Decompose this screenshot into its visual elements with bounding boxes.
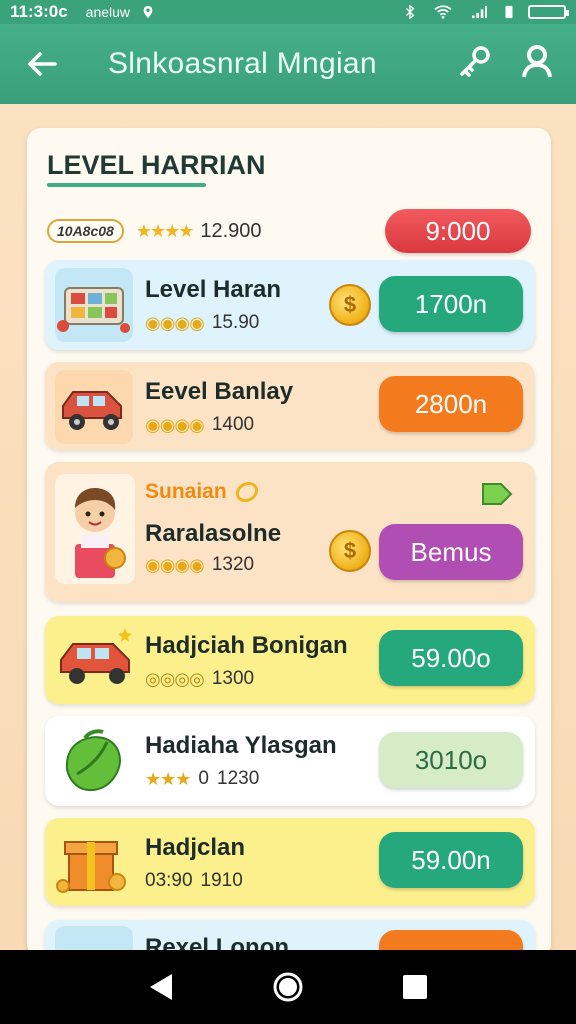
row-meta: ◉◉◉◉ 1320	[145, 554, 254, 576]
user-icon	[522, 44, 552, 77]
arrow-tag-icon[interactable]	[479, 476, 515, 510]
nav-home-icon[interactable]	[271, 970, 305, 1004]
green-leaf-icon	[65, 729, 121, 792]
header-claim-button[interactable]: 9:000	[385, 209, 531, 253]
coin-icon: $	[329, 530, 371, 572]
status-bar: 11:3:0c aneluw	[0, 0, 576, 24]
gift-box-icon	[56, 841, 126, 893]
arrow-left-icon	[28, 52, 57, 76]
header-score: 12.900	[200, 219, 262, 242]
signal-icon	[472, 5, 487, 19]
row-meta: ★★★ 0 1230	[145, 768, 259, 790]
level-card: LEVEL HARRIAN 10A8c08 ★★★★ 12.900 9:000 …	[27, 128, 551, 958]
row-action-button[interactable]: 59.00n	[379, 832, 523, 888]
row-action-button[interactable]: 3010o	[379, 732, 523, 788]
level-badge: 10A8c08	[47, 219, 124, 243]
row-value: 1910	[200, 870, 243, 891]
row-title: Hadjciah Bonigan	[145, 632, 348, 659]
coins-icon: ◉◉◉◉	[145, 554, 205, 575]
coins-icon: ◉◉◉◉	[145, 312, 205, 333]
list-item[interactable]: Hadjciah Bonigan ◎◎◎◎ 1300 59.00o	[45, 616, 535, 704]
row-meta: 03:90 1910	[145, 870, 243, 892]
tray-thumbnail	[55, 268, 133, 342]
rating-stars: ★★★★	[135, 220, 195, 241]
row-action-button[interactable]: 59.00o	[379, 630, 523, 686]
row-title: Hadjclan	[145, 834, 246, 861]
row-title: Eevel Banlay	[145, 378, 294, 405]
coin-spin-icon	[235, 481, 259, 503]
row-value: 1400	[211, 414, 255, 435]
list-item[interactable]: Eevel Banlay ◉◉◉◉ 1400 2800n	[45, 362, 535, 450]
food-tray-icon	[57, 287, 130, 333]
red-car-icon	[60, 628, 132, 684]
row-value: 1230	[217, 768, 260, 789]
row-meta: ◎◎◎◎ 1300	[145, 668, 254, 690]
avatar-thumbnail	[55, 474, 135, 584]
row-meta: ◉◉◉◉ 15.90	[145, 312, 259, 334]
card-header: LEVEL HARRIAN 10A8c08 ★★★★ 12.900 9:000	[27, 128, 551, 258]
coin-icon: $	[329, 284, 371, 326]
list-item[interactable]: Hadiaha Ylasgan ★★★ 0 1230 3010o	[45, 716, 535, 806]
list-item[interactable]: Level Haran ◉◉◉◉ 15.90 $ 1700n	[45, 260, 535, 350]
row-value: 1320	[211, 554, 255, 575]
row-value: 15.90	[211, 312, 260, 333]
coins-icon: ◉◉◉◉	[145, 414, 205, 435]
row-title: Hadiaha Ylasgan	[145, 732, 337, 759]
bluetooth-icon	[406, 5, 415, 19]
row-action-button[interactable]: 1700n	[379, 276, 523, 332]
row-prefix: 0	[198, 768, 209, 789]
row-title: Level Haran	[145, 276, 282, 303]
location-icon	[143, 5, 153, 19]
system-nav-bar	[0, 950, 576, 1024]
page-title: Slnkoasnral Mngian	[108, 47, 377, 80]
status-label: aneluw	[85, 4, 131, 20]
key-button[interactable]	[456, 43, 494, 86]
character-avatar-icon	[75, 488, 126, 578]
wifi-icon	[434, 5, 452, 19]
gift-thumbnail	[55, 824, 133, 898]
status-time: 11:3:0c	[10, 2, 68, 21]
coins-icon: ◎◎◎◎	[145, 668, 205, 689]
row-meta: ◉◉◉◉ 1400	[145, 414, 254, 436]
app-bar: Slnkoasnral Mngian	[0, 24, 576, 104]
stars-icon: ★★★	[145, 768, 191, 789]
car-thumbnail	[55, 370, 133, 444]
row-action-button[interactable]: 2800n	[379, 376, 523, 432]
car-thumbnail	[55, 622, 139, 696]
sim-icon	[505, 5, 513, 19]
nav-back-icon[interactable]	[148, 972, 174, 1002]
leaf-thumbnail	[55, 724, 133, 798]
nav-recents-icon[interactable]	[402, 974, 428, 1000]
row-tag: Sunaian	[145, 480, 227, 503]
row-title: Raralasolne	[145, 520, 282, 547]
row-prefix: 03:90	[145, 870, 193, 891]
list-item[interactable]: Sunaian Raralasolne ◉◉◉◉ 1320 $ Bemus	[45, 462, 535, 602]
row-bonus-button[interactable]: Bemus	[379, 524, 523, 580]
list-item[interactable]: Hadjclan 03:90 1910 59.00n	[45, 818, 535, 906]
row-value: 1300	[211, 668, 255, 689]
key-icon	[460, 45, 490, 77]
profile-button[interactable]	[520, 43, 554, 86]
battery-icon	[528, 5, 569, 19]
card-title: LEVEL HARRIAN	[47, 150, 266, 187]
back-button[interactable]	[12, 24, 72, 104]
red-car-icon	[62, 391, 122, 430]
